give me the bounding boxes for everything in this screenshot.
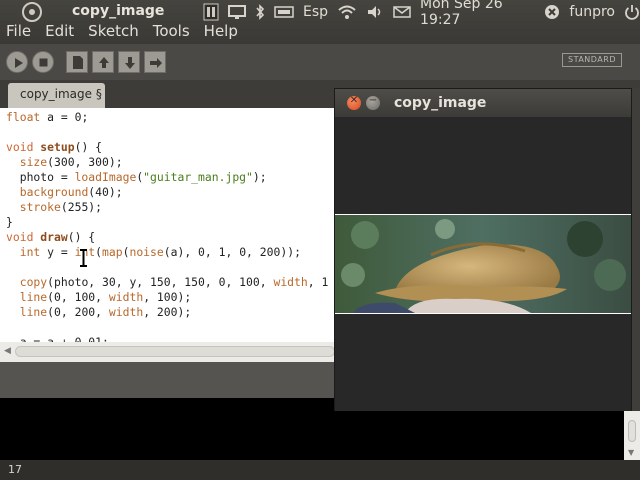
code-line: void draw() { xyxy=(6,230,96,244)
line-number: 17 xyxy=(8,463,22,476)
tab-copy-image[interactable]: copy_image § xyxy=(8,83,105,108)
window-edge xyxy=(632,88,640,411)
ubuntu-logo-icon[interactable] xyxy=(22,2,42,22)
code-line: background(40); xyxy=(19,185,123,199)
menu-bar: File Edit Sketch Tools Help xyxy=(6,22,238,40)
new-icon xyxy=(73,56,83,69)
display-icon[interactable] xyxy=(228,3,246,21)
open-icon xyxy=(99,57,109,68)
sketch-window-titlebar[interactable]: ✕ − copy_image xyxy=(335,89,631,117)
volume-icon[interactable] xyxy=(366,3,384,21)
sketch-window[interactable]: ✕ − copy_image xyxy=(334,88,632,411)
bluetooth-icon[interactable] xyxy=(255,3,265,21)
code-line: float a = 0; xyxy=(6,110,89,124)
top-panel: copy_image Esp Mon Sep 26 19:27 funpro F… xyxy=(0,0,640,44)
code-line: line(0, 100, width, 100); xyxy=(19,290,192,304)
processing-tray-icon[interactable] xyxy=(203,3,219,21)
minimize-window-button[interactable]: − xyxy=(366,95,380,110)
open-button[interactable] xyxy=(92,51,114,73)
wifi-icon[interactable] xyxy=(337,3,357,21)
code-line: } xyxy=(6,215,13,229)
export-button[interactable] xyxy=(144,51,166,73)
code-line: photo = loadImage("guitar_man.jpg"); xyxy=(6,170,267,184)
username[interactable]: funpro xyxy=(569,3,615,21)
close-icon: ✕ xyxy=(349,95,359,106)
save-icon xyxy=(125,57,135,69)
code-line: line(0, 200, width, 200); xyxy=(19,305,192,319)
run-icon xyxy=(15,58,23,68)
menu-edit[interactable]: Edit xyxy=(45,22,74,40)
line-number-bar: 17 xyxy=(0,460,640,480)
scroll-down-icon[interactable]: ▼ xyxy=(628,448,634,457)
user-status-icon[interactable] xyxy=(544,3,560,21)
text-cursor-icon xyxy=(80,249,87,267)
code-text[interactable]: float a = 0; void setup() { size(300, 30… xyxy=(6,110,328,342)
scroll-left-icon[interactable]: ◀ xyxy=(4,346,11,356)
code-line: stroke(255); xyxy=(19,200,103,214)
power-icon[interactable] xyxy=(624,3,640,21)
clock[interactable]: Mon Sep 26 19:27 xyxy=(420,0,535,28)
code-line: void setup() { xyxy=(6,140,103,154)
close-window-button[interactable]: ✕ xyxy=(347,95,361,110)
save-button[interactable] xyxy=(118,51,140,73)
minimize-icon: − xyxy=(368,95,378,106)
horizontal-scroll-thumb[interactable] xyxy=(15,346,335,357)
sketch-line-bottom xyxy=(335,313,631,314)
run-button[interactable] xyxy=(6,51,28,73)
copied-photo-strip xyxy=(335,215,631,313)
code-line: size(300, 300); xyxy=(19,155,123,169)
indicator-area: Esp Mon Sep 26 19:27 funpro xyxy=(203,0,640,28)
stop-icon xyxy=(39,58,48,67)
export-icon xyxy=(150,58,162,68)
menu-sketch[interactable]: Sketch xyxy=(88,22,139,40)
new-button[interactable] xyxy=(66,51,88,73)
menu-file[interactable]: File xyxy=(6,22,31,40)
mode-selector-button[interactable]: STANDARD xyxy=(562,53,622,67)
code-line: a = a + 0.01; xyxy=(6,335,109,342)
code-line: copy(photo, 30, y, 150, 150, 0, 100, wid… xyxy=(19,275,329,289)
menu-tools[interactable]: Tools xyxy=(153,22,190,40)
console-scroll-thumb[interactable] xyxy=(628,420,636,442)
menu-help[interactable]: Help xyxy=(204,22,238,40)
active-window-title: copy_image xyxy=(72,3,165,19)
mail-icon[interactable] xyxy=(393,3,411,21)
code-line: int y = int(map(noise(a), 0, 1, 0, 200))… xyxy=(19,245,301,259)
sketch-window-title: copy_image xyxy=(394,95,487,111)
sketch-canvas[interactable] xyxy=(335,117,631,411)
desktop: copy_image Esp Mon Sep 26 19:27 funpro F… xyxy=(0,0,640,480)
stop-button[interactable] xyxy=(32,51,54,73)
keyboard-layout-label[interactable]: Esp xyxy=(303,3,328,21)
pde-toolbar xyxy=(0,44,640,80)
keyboard-icon[interactable] xyxy=(274,3,294,21)
